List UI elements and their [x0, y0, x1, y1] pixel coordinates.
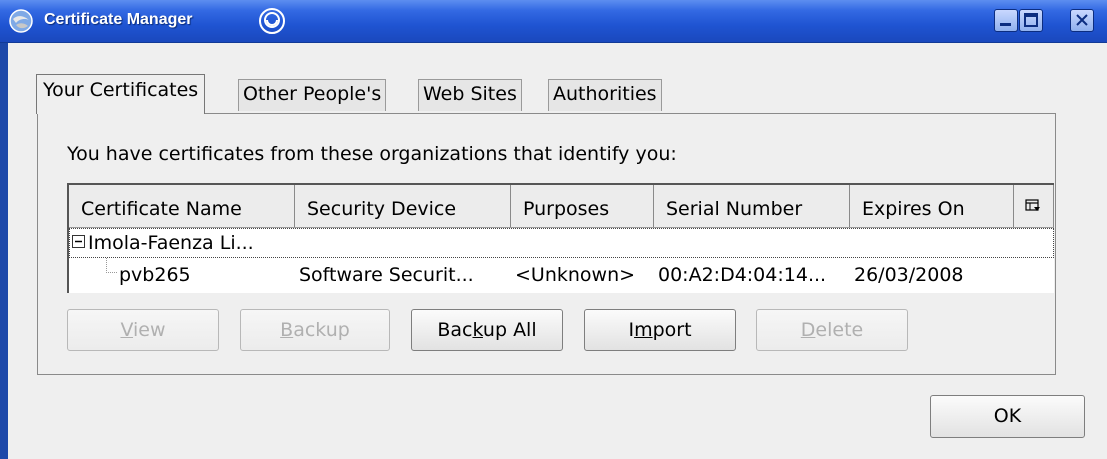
delete-button-label-post: elete — [815, 319, 864, 341]
window-title: Certificate Manager — [44, 11, 193, 28]
column-picker-icon — [1025, 199, 1040, 211]
tab-other-peoples[interactable]: Other People's — [238, 79, 387, 111]
import-button[interactable]: Import — [584, 309, 736, 351]
column-header-purposes[interactable]: Purposes — [511, 185, 654, 227]
backup-all-button-label-pre: Bac — [437, 319, 473, 341]
ok-button[interactable]: OK — [930, 395, 1085, 438]
cell-certificate-name: pvb265 — [119, 264, 191, 286]
tab-your-certificates[interactable]: Your Certificates — [36, 74, 206, 114]
delete-button[interactable]: Delete — [756, 309, 908, 351]
maximize-button[interactable] — [1019, 9, 1043, 32]
column-header-serial-number[interactable]: Serial Number — [654, 185, 850, 227]
close-icon — [1076, 14, 1088, 26]
table-row[interactable]: pvb265 Software Securit... <Unknown> 00:… — [69, 258, 1054, 292]
collapse-icon[interactable] — [72, 235, 85, 248]
backup-all-button-label-post: up All — [482, 319, 537, 341]
close-button[interactable] — [1070, 9, 1094, 32]
minimize-icon — [1000, 23, 1011, 26]
title-bar[interactable]: Certificate Manager — [0, 0, 1107, 43]
backup-all-button[interactable]: Backup All — [411, 309, 563, 351]
column-header-row: Certificate Name Security Device Purpose… — [69, 185, 1054, 228]
tab-authorities[interactable]: Authorities — [548, 79, 662, 111]
tree-connector-line — [106, 258, 117, 273]
column-header-security-device[interactable]: Security Device — [295, 185, 511, 227]
cell-expires-on: 26/03/2008 — [854, 264, 964, 286]
tree-group-row[interactable]: Imola-Faenza Li... — [69, 228, 1054, 258]
maximize-icon — [1024, 13, 1038, 27]
tab-web-sites[interactable]: Web Sites — [418, 79, 522, 111]
import-button-accesskey: m — [634, 319, 653, 341]
cell-serial-number: 00:A2:D4:04:14... — [658, 264, 827, 286]
view-button-label-post: iew — [133, 319, 166, 341]
intro-text: You have certificates from these organiz… — [67, 143, 677, 165]
delete-button-accesskey: D — [800, 319, 816, 341]
backup-button-label-post: ackup — [293, 319, 350, 341]
window-frame-left — [0, 0, 8, 459]
column-picker-button[interactable] — [1014, 185, 1054, 227]
column-header-expires-on[interactable]: Expires On — [850, 185, 1014, 227]
emblem-icon — [259, 8, 285, 34]
group-name: Imola-Faenza Li... — [88, 232, 254, 254]
globe-app-icon[interactable] — [8, 8, 34, 34]
backup-button[interactable]: Backup — [240, 309, 390, 351]
cell-security-device: Software Securit... — [299, 264, 474, 286]
backup-all-button-accesskey: k — [472, 319, 483, 341]
certificate-tree[interactable]: Certificate Name Security Device Purpose… — [67, 183, 1054, 293]
column-header-certificate-name[interactable]: Certificate Name — [69, 185, 295, 227]
backup-button-accesskey: B — [280, 319, 294, 341]
minimize-button[interactable] — [994, 9, 1018, 32]
import-button-label-post: port — [652, 319, 692, 341]
view-button-accesskey: V — [120, 319, 134, 341]
view-button[interactable]: View — [67, 309, 219, 351]
cell-purposes: <Unknown> — [515, 264, 636, 286]
